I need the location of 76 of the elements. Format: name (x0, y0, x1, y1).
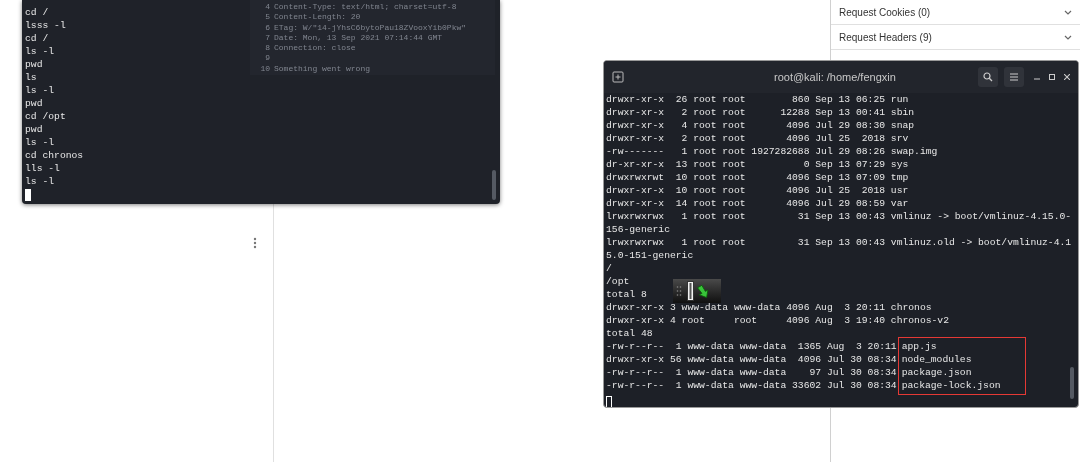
code-line: Date: Mon, 13 Sep 2021 07:14:44 GMT (274, 32, 443, 44)
terminal-line: ls -l (25, 136, 55, 149)
terminal-line: lls -l (25, 162, 60, 175)
terminal-line: dr-xr-xr-x 13 root root 0 Sep 13 07:29 sys (606, 158, 909, 171)
terminal-line: drwxr-xr-x 4 root root 4096 Jul 29 08:30 snap (606, 119, 915, 132)
terminal-line: cd / (25, 32, 49, 45)
terminal-line: drwxr-xr-x 2 root root 4096 Jul 25 2018 srv (606, 132, 909, 145)
terminal-line: 5.0-151-generic (606, 249, 694, 262)
code-line: Something went wrong (274, 63, 370, 75)
terminal-line: ls -l (25, 45, 55, 58)
terminal-line: -rw------- 1 root root 1927282688 Jul 29 08:26 swap.img (606, 145, 938, 158)
terminal-line: cd /opt (25, 110, 66, 123)
grip-icon[interactable] (676, 285, 684, 297)
terminal-line: drwxr-xr-x 14 root root 4096 Jul 29 08:59 var (606, 197, 909, 210)
collapsible-section[interactable]: Request Cookies (0) (831, 0, 1080, 25)
scrollbar-thumb[interactable] (1070, 367, 1074, 399)
menu-icon (1009, 73, 1019, 81)
terminal-line: /opt (606, 275, 630, 288)
chevron-down-icon (1064, 34, 1072, 40)
terminal-line: ls (25, 71, 37, 84)
code-line: Content-Type: text/html; charset=utf-8 (274, 2, 457, 13)
more-options-icon[interactable] (253, 237, 257, 249)
terminal-line: drwxr-xr-x 3 www-data www-data 4096 Aug 3 20:11 chronos (606, 301, 932, 314)
search-icon (983, 72, 993, 82)
terminal-line: drwxr-xr-x 10 root root 4096 Jul 25 2018 usr (606, 184, 909, 197)
terminal-line: drwxr-xr-x 2 root root 12288 Sep 13 00:41 sbin (606, 106, 915, 119)
code-line: ETag: W/"14-jYhsC6bytoPau18ZVooxYib0Pkw" (274, 22, 467, 33)
terminal-line: total 48 (606, 327, 653, 340)
section-title: Request Headers (9) (839, 30, 932, 45)
code-line: Content-Length: 20 (274, 12, 361, 23)
line-number: 10 (259, 63, 271, 75)
line-number: 4 (264, 2, 271, 13)
terminal-line: -rw-r--r-- 1 www-data www-data 97 Jul 30 08:34 (606, 366, 897, 379)
terminal-line: lrwxrwxrwx 1 root root 31 Sep 13 00:43 vmlinuz -> boot/vmlinuz-4.15.0- (606, 210, 1072, 223)
terminal-line: lrwxrwxrwx 1 root root 31 Sep 13 00:43 vmlinuz.old -> boot/vmlinuz-4.1 (606, 236, 1072, 249)
close-icon[interactable] (1064, 74, 1070, 80)
terminal-line: drwxr-xr-x 26 root root 860 Sep 13 06:25 run (606, 93, 909, 106)
terminal-line: pwd (25, 97, 43, 110)
menu-button[interactable] (1004, 67, 1024, 87)
cursor (606, 396, 612, 407)
terminal-line: / (606, 262, 612, 275)
arrow-icon[interactable] (697, 283, 711, 299)
line-number: 8 (264, 43, 271, 54)
maximize-icon[interactable] (1049, 74, 1055, 80)
cursor (25, 189, 31, 201)
terminal-line: cd chronos (25, 149, 84, 162)
line-number: 6 (264, 22, 271, 33)
terminal-line: drwxrwxrwt 10 root root 4096 Sep 13 07:09 tmp (606, 171, 909, 184)
new-tab-icon[interactable] (612, 71, 624, 83)
scrollbar-thumb[interactable] (492, 170, 496, 200)
terminal-line: -rw-r--r-- 1 www-data www-data 33602 Jul 30 08:34 (606, 379, 897, 392)
code-line: Connection: close (274, 43, 356, 54)
terminal-line: total 8 (606, 288, 647, 301)
collapsible-section[interactable]: Request Headers (9) (831, 25, 1080, 50)
terminal-line: drwxr-xr-x 56 www-data www-data 4096 Jul 30 08:34 (606, 353, 897, 366)
search-button[interactable] (978, 67, 998, 87)
file-name: package-lock.json (901, 379, 1001, 392)
file-name: node_modules (901, 353, 972, 366)
file-name: package.json (901, 366, 972, 379)
line-number: 5 (264, 12, 271, 23)
terminal-line: lsss -l (25, 19, 66, 32)
window-title: root@kali: /home/fengxin (774, 69, 896, 85)
chevron-down-icon (1064, 9, 1072, 15)
line-number: 7 (264, 32, 271, 44)
terminal-line: ls -l (25, 175, 55, 188)
line-number: 9 (264, 53, 271, 64)
terminal-line: drwxr-xr-x 4 root root 4096 Aug 3 19:40 chronos-v2 (606, 314, 949, 327)
section-title: Request Cookies (0) (839, 5, 931, 20)
terminal-line: pwd (25, 58, 43, 71)
terminal-line: cd / (25, 6, 49, 19)
terminal-line: -rw-r--r-- 1 www-data www-data 1365 Aug 3 20:11 (606, 340, 897, 353)
file-name: app.js (901, 340, 937, 353)
terminal-line: pwd (25, 123, 43, 136)
terminal-line: ls -l (25, 84, 55, 97)
terminal-line: 156-generic (606, 223, 670, 236)
bar-icon[interactable] (687, 281, 694, 301)
